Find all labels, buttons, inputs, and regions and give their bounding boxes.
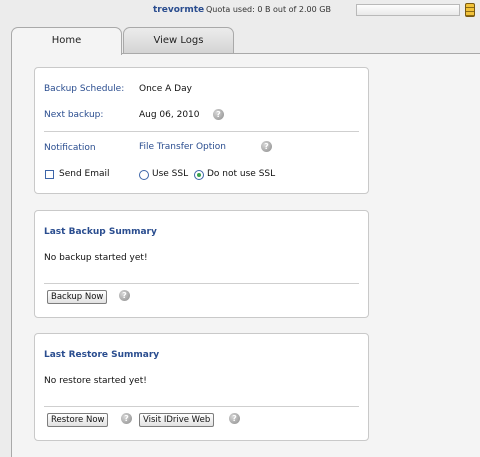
quota-progress-bar — [356, 4, 460, 16]
visit-idrive-web-button[interactable]: Visit IDrive Web — [139, 413, 215, 427]
backup-schedule-label: Backup Schedule: — [44, 84, 125, 94]
restore-summary-card: Last Restore Summary No restore started … — [34, 333, 369, 441]
next-backup-label: Next backup: — [44, 110, 104, 120]
next-backup-value: Aug 06, 2010 — [139, 110, 200, 120]
send-email-checkbox[interactable] — [45, 170, 54, 179]
use-ssl-label: Use SSL — [152, 169, 189, 179]
username: trevormte — [153, 5, 205, 15]
backup-summary-card: Last Backup Summary No backup started ye… — [34, 210, 369, 318]
restore-now-button[interactable]: Restore Now — [47, 413, 109, 427]
backup-status-text: No backup started yet! — [44, 253, 148, 263]
help-icon[interactable]: ? — [213, 109, 224, 120]
divider — [44, 406, 359, 407]
restore-summary-title: Last Restore Summary — [44, 350, 160, 360]
no-ssl-label: Do not use SSL — [207, 169, 276, 179]
backup-now-button[interactable]: Backup Now — [47, 290, 108, 304]
restore-status-text: No restore started yet! — [44, 376, 147, 386]
help-icon[interactable]: ? — [261, 141, 272, 152]
notification-label: Notification — [44, 143, 96, 153]
use-ssl-radio[interactable] — [139, 170, 149, 180]
backup-summary-title: Last Backup Summary — [44, 227, 157, 237]
tab-home[interactable]: Home — [11, 27, 122, 55]
divider — [44, 283, 359, 284]
help-icon[interactable]: ? — [229, 413, 240, 424]
tab-view-logs[interactable]: View Logs — [123, 27, 234, 54]
help-icon[interactable]: ? — [119, 290, 130, 301]
schedule-card: Backup Schedule: Once A Day Next backup:… — [34, 67, 369, 194]
no-ssl-radio[interactable] — [194, 170, 204, 180]
top-bar: trevormte Quota used: 0 B out of 2.00 GB — [0, 0, 480, 22]
backup-schedule-value: Once A Day — [139, 84, 192, 94]
send-email-label: Send Email — [59, 169, 110, 179]
divider — [44, 131, 359, 132]
quota-text: Quota used: 0 B out of 2.00 GB — [206, 5, 331, 14]
help-icon[interactable]: ? — [121, 413, 132, 424]
database-icon[interactable] — [465, 3, 475, 17]
file-transfer-label: File Transfer Option — [139, 142, 227, 152]
